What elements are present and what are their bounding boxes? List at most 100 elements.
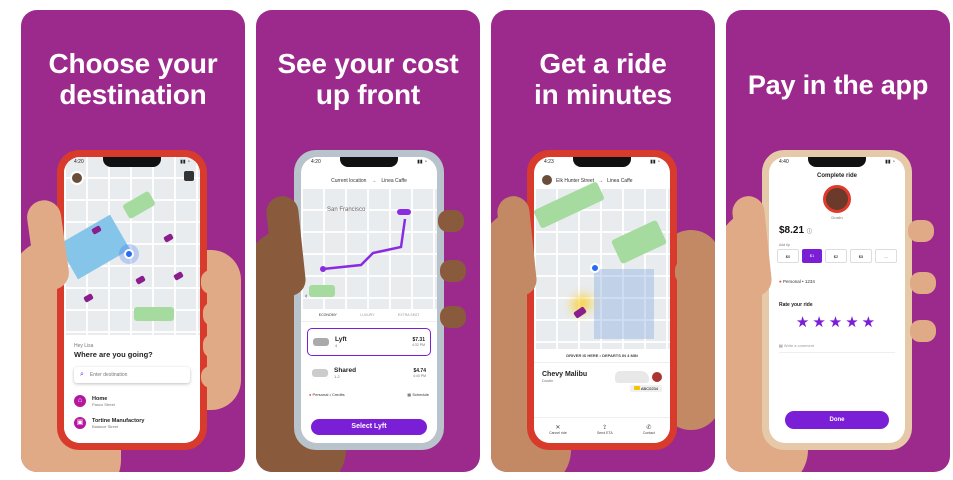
place-item-home[interactable]: ⌂ Home Pasco Street: [74, 395, 190, 407]
signal-icon: ▮▮ ◔: [417, 159, 427, 165]
schedule-label: Schedule: [412, 392, 429, 397]
finger: [910, 320, 936, 342]
map-view[interactable]: San Francisco ‹: [301, 189, 437, 309]
finger: [677, 310, 703, 334]
driver-avatar: [652, 372, 662, 382]
cancel-ride-button[interactable]: ✕ Cancel ride: [549, 424, 567, 435]
rating-stars[interactable]: ★★★★★: [769, 313, 905, 331]
info-icon[interactable]: ⓘ: [807, 229, 812, 235]
comment-icon: ▤: [779, 343, 783, 348]
comment-placeholder: Write a comment: [783, 343, 815, 348]
finger: [203, 302, 233, 326]
car-icon: [312, 369, 328, 377]
finger: [438, 210, 464, 232]
ride-total: $8.21 ⓘ: [779, 225, 812, 236]
driver-name: Dustin: [542, 378, 554, 383]
ride-option-lyft[interactable]: Lyft 4 $7.31 4:32 PM: [307, 328, 431, 356]
pickup-area: [594, 269, 654, 339]
tab-luxury[interactable]: LUXURY: [360, 313, 374, 317]
phone-frame: 4:20 ▮▮ ◔ Hey Lisa Where are you going?: [57, 150, 207, 450]
driver-name: Dustin: [831, 215, 843, 220]
signal-icon: ▮▮ ◔: [650, 159, 660, 165]
tip-option-more[interactable]: ...: [875, 249, 897, 263]
search-input[interactable]: Enter destination: [90, 372, 128, 378]
panel-pay-in-app: Pay in the app 4:40 ▮▮ ◔ Complete ride D…: [726, 10, 950, 472]
status-time: 4:20: [311, 159, 321, 165]
car-icon: [173, 271, 184, 281]
status-time: 4:40: [779, 159, 789, 165]
finger: [677, 360, 703, 384]
plate-badge: [633, 386, 640, 390]
select-lyft-button[interactable]: Select Lyft: [311, 419, 427, 435]
option-eta: 4:32 PM: [411, 343, 425, 347]
driver-info: Chevy Malibu Dustin: [534, 363, 670, 383]
route-to: Linea Caffe: [607, 178, 633, 184]
notch: [103, 157, 161, 167]
complete-ride-header: Complete ride: [816, 173, 857, 179]
map-view[interactable]: [64, 157, 200, 337]
plate-number: ABC0234: [640, 386, 658, 391]
driver-avatar: [823, 185, 851, 213]
home-icon: ⌂: [74, 395, 86, 407]
search-icon: ⌕: [80, 371, 84, 378]
tip-option-selected[interactable]: $1: [802, 249, 822, 263]
current-location-icon: [124, 249, 134, 259]
option-seats: 4: [335, 343, 338, 348]
status-time: 4:20: [74, 159, 84, 165]
close-icon: ✕: [555, 425, 561, 431]
route-header[interactable]: Current location → Linea Caffe: [309, 175, 429, 187]
payment-method[interactable]: ● Personal • Credits: [309, 392, 345, 397]
driver-car-icon: [573, 306, 587, 319]
avatar[interactable]: [70, 171, 84, 185]
panel-title: Pay in the app: [747, 70, 929, 100]
destination-search[interactable]: ⌕ Enter destination: [74, 367, 190, 383]
option-seats: 1-2: [334, 374, 340, 379]
ride-option-shared[interactable]: Shared 1-2 $4.74 4:40 PM: [307, 360, 431, 386]
car-icon: [135, 275, 146, 285]
action-label: Contact: [642, 431, 655, 435]
finger: [675, 260, 701, 284]
tip-option[interactable]: $5: [850, 249, 872, 263]
park-area: [610, 219, 668, 265]
map-view[interactable]: [534, 181, 670, 349]
payment-row[interactable]: ● Personal • Credits ▦ Schedule: [301, 386, 437, 397]
finger: [440, 260, 466, 282]
payment-label: Personal • 1234: [782, 279, 815, 284]
water-area: [64, 214, 130, 280]
back-icon[interactable]: ‹: [305, 293, 307, 300]
finger: [201, 270, 231, 294]
place-item-work[interactable]: ▣ Tortine Manufactory Balance Street: [74, 417, 190, 429]
done-button[interactable]: Done: [785, 411, 889, 429]
share-icon: ⇪: [602, 425, 608, 431]
send-eta-button[interactable]: ⇪ Send ETA: [597, 424, 613, 435]
place-address: Pasco Street: [92, 401, 115, 407]
ride-sheet: ECONOMY LUXURY EXTRA SEAT Lyft 4 $7.31 4…: [301, 309, 437, 443]
tip-option[interactable]: $0: [777, 249, 799, 263]
place-address: Balance Street: [92, 423, 119, 429]
destination-sheet: Hey Lisa Where are you going? ⌕ Enter de…: [64, 335, 200, 443]
phone-screen: 4:40 ▮▮ ◔ Complete ride Dustin $8.21 ⓘ A…: [769, 157, 905, 443]
panel-get-ride: Get a ride in minutes 4:23 ▮▮ ◔ Elk Hunt…: [491, 10, 715, 472]
route-header[interactable]: Elk Hunter Street → Linea Caffe: [556, 175, 662, 187]
status-time: 4:23: [544, 159, 554, 165]
panel-title: Get a ride in minutes: [533, 48, 672, 110]
notch: [340, 157, 398, 167]
notch: [808, 157, 866, 167]
driver-status-banner: DRIVER IS HERE • DEPARTS IN 4 MIN: [534, 349, 670, 363]
total-amount: $8.21: [779, 225, 805, 236]
comment-field[interactable]: ▤ Write a comment: [779, 343, 895, 353]
contact-button[interactable]: ✆ Contact: [643, 424, 655, 435]
option-eta: 4:40 PM: [412, 374, 426, 378]
tip-option[interactable]: $2: [825, 249, 847, 263]
gift-icon[interactable]: [184, 171, 194, 181]
option-name: Shared: [334, 367, 357, 374]
finger: [440, 306, 466, 328]
tab-economy[interactable]: ECONOMY: [319, 313, 337, 317]
arrow-right-icon: →: [598, 178, 604, 184]
tab-extra-seat[interactable]: EXTRA SEAT: [398, 313, 419, 317]
avatar[interactable]: [540, 173, 554, 187]
payment-row[interactable]: ● Personal • 1234: [779, 279, 815, 284]
schedule-button[interactable]: ▦ Schedule: [407, 392, 429, 397]
license-plate: ABC0234: [629, 385, 662, 392]
current-location-icon: [590, 263, 600, 273]
